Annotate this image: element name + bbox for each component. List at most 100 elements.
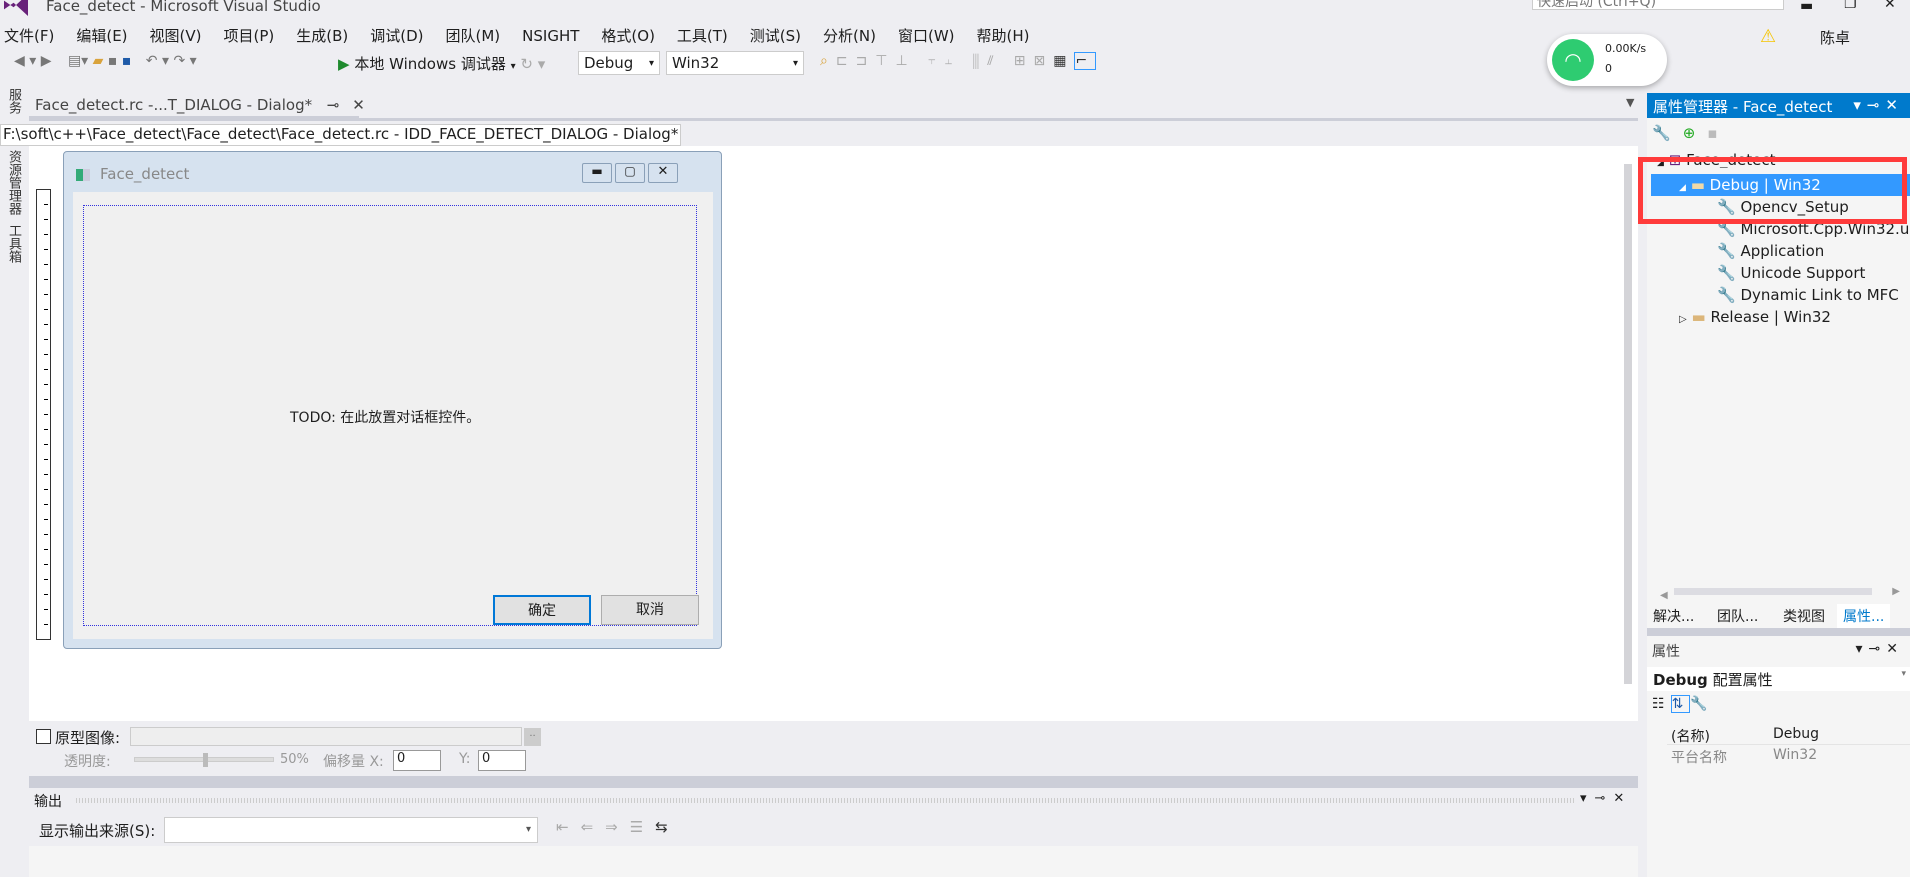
output-panel-controls[interactable]: ▾⊸✕ — [1580, 791, 1632, 806]
folder-icon: ▬ — [1691, 308, 1706, 326]
todo-label[interactable]: TODO: 在此放置对话框控件。 — [290, 407, 480, 427]
menu-project[interactable]: 项目(P) — [224, 27, 275, 45]
redo-icon[interactable]: ↷ ▾ — [173, 53, 196, 69]
pin-icon[interactable]: ⊸ — [327, 96, 340, 114]
properties-header: 属性 ▾⊸✕ — [1652, 641, 1905, 660]
save-all-icon[interactable]: ▪ — [122, 53, 132, 69]
tree-item-unicode[interactable]: 🔧 Unicode Support — [1647, 262, 1910, 284]
properties-toolbar: ☷⇅🔧 — [1652, 695, 1714, 713]
prototype-label: 原型图像: — [55, 729, 121, 747]
dialog-minimize-button[interactable]: ▬ — [582, 163, 612, 183]
menu-build[interactable]: 生成(B) — [296, 27, 348, 45]
menu-window[interactable]: 窗口(W) — [898, 27, 955, 45]
new-project-icon[interactable]: ▤▾ — [68, 53, 88, 69]
layout-toolbar: ⌕⊏⊐⊤⊥ ⫟⫠ ⫼⫽ ⊞⊠▦⌐ — [820, 52, 1097, 70]
tab-class-view[interactable]: 类视图 — [1783, 606, 1825, 626]
ok-button[interactable]: 确定 — [493, 595, 591, 625]
tree-item-mfc[interactable]: 🔧 Dynamic Link to MFC — [1647, 284, 1910, 306]
menu-format[interactable]: 格式(O) — [601, 27, 655, 45]
categorized-icon[interactable]: ☷ — [1652, 696, 1671, 712]
dialog-window[interactable]: Face_detect ▬ ▢ ✕ TODO: 在此放置对话框控件。 确定 取消 — [63, 151, 722, 649]
resource-view-tab[interactable]: 资源管理器 — [4, 150, 23, 215]
warning-icon[interactable]: ⚠ — [1760, 26, 1776, 47]
platform-select[interactable]: Win32 ▾ — [666, 51, 804, 75]
save-sheet-icon[interactable]: ▪ — [1707, 124, 1729, 142]
output-source-label: 显示输出来源(S): — [39, 822, 156, 840]
user-account[interactable]: 陈卓 — [1820, 27, 1850, 48]
properties-object-select[interactable]: Debug 配置属性 ▾ — [1647, 667, 1910, 691]
window-title: Face_detect - Microsoft Visual Studio — [46, 0, 321, 15]
wrench-icon: 🔧 — [1717, 286, 1736, 304]
save-icon[interactable]: ▪ — [108, 53, 118, 69]
menu-debug[interactable]: 调试(D) — [370, 27, 423, 45]
tree-horizontal-scrollbar[interactable]: ◀ ▶ — [1660, 586, 1900, 601]
quick-launch-input[interactable]: 快速启动 (Ctrl+Q) — [1532, 0, 1784, 10]
dialog-app-icon — [76, 169, 90, 181]
transparency-slider[interactable] — [134, 753, 274, 767]
offset-y-stepper[interactable]: 0 — [478, 750, 526, 771]
output-toolbar-icons[interactable]: ⇤⇐⇒☰⇆ — [556, 818, 680, 836]
tab-solution[interactable]: 解决... — [1653, 606, 1694, 626]
ruler — [36, 189, 51, 640]
menu-test[interactable]: 测试(S) — [750, 27, 801, 45]
tab-team[interactable]: 团队... — [1717, 606, 1758, 626]
panel-controls[interactable]: ▾⊸✕ — [1856, 641, 1905, 657]
document-path: F:\soft\c++\Face_detect\Face_detect\Face… — [0, 124, 682, 146]
dialog-client: TODO: 在此放置对话框控件。 确定 取消 — [73, 192, 713, 639]
dialog-title: Face_detect — [100, 165, 190, 183]
menu-analyze[interactable]: 分析(N) — [823, 27, 876, 45]
start-debug-button[interactable]: ▶ 本地 Windows 调试器 ▾ ↻ ▾ — [338, 53, 545, 74]
find-icon[interactable]: ⌕ — [820, 53, 836, 69]
dialog-close-button[interactable]: ✕ — [648, 163, 678, 183]
panel-controls[interactable]: ▾⊸✕ — [1853, 96, 1904, 114]
wrench-icon: 🔧 — [1717, 264, 1736, 282]
offset-y-label: Y: — [459, 751, 471, 767]
tab-overflow-icon[interactable]: ▼ — [1626, 96, 1634, 109]
tree-item-application[interactable]: 🔧 Application — [1647, 240, 1910, 262]
vertical-scrollbar[interactable] — [1620, 146, 1638, 721]
output-source-select[interactable]: ▾ — [164, 817, 538, 843]
back-icon[interactable]: ◀ ▾ — [14, 53, 36, 69]
forward-icon[interactable]: ▶ — [41, 53, 52, 69]
prototype-checkbox[interactable] — [36, 729, 51, 744]
close-window-button[interactable]: ✕ — [1884, 0, 1896, 12]
menu-help[interactable]: 帮助(H) — [977, 27, 1030, 45]
server-explorer-tab[interactable]: 服务 — [4, 88, 23, 114]
undo-icon[interactable]: ↶ ▾ — [146, 53, 169, 69]
property-row[interactable]: (名称) Debug — [1667, 725, 1910, 745]
toolbox-tab[interactable]: 工具箱 — [4, 224, 23, 263]
restore-button[interactable]: ❐ — [1844, 0, 1857, 12]
tab-property-manager[interactable]: 属性... — [1837, 604, 1891, 628]
menu-tools[interactable]: 工具(T) — [677, 27, 728, 45]
prototype-path-input[interactable] — [130, 727, 522, 746]
cancel-button[interactable]: 取消 — [601, 595, 699, 625]
alphabetical-icon[interactable]: ⇅ — [1670, 695, 1691, 713]
menu-edit[interactable]: 编辑(E) — [76, 27, 127, 45]
open-icon[interactable]: ▰ — [93, 53, 104, 69]
menu-nsight[interactable]: NSIGHT — [522, 27, 579, 45]
guides-icon[interactable]: ⌐ — [1074, 52, 1097, 70]
close-tab-icon[interactable]: ✕ — [352, 96, 365, 114]
config-select[interactable]: Debug ▾ — [578, 51, 660, 75]
menu-bar: 文件(F) 编辑(E) 视图(V) 项目(P) 生成(B) 调试(D) 团队(M) NSIGH… — [4, 25, 1052, 46]
property-pages-icon[interactable]: 🔧 — [1690, 696, 1713, 712]
align-icons[interactable]: ⊏⊐⊤⊥ ⫟⫠ ⫼⫽ ⊞⊠ — [836, 53, 1053, 69]
menu-file[interactable]: 文件(F) — [4, 27, 54, 45]
editor-tab[interactable]: Face_detect.rc -...T_DIALOG - Dialog* ⊸ … — [29, 93, 365, 118]
left-tool-strip: 服务 资源管理器 工具箱 — [0, 88, 27, 877]
tree-item-release-win32[interactable]: ▷ ▬ Release | Win32 — [1647, 306, 1910, 328]
dialog-maximize-button[interactable]: ▢ — [615, 163, 645, 183]
grid-icon[interactable]: ▦ — [1053, 53, 1074, 69]
network-speed: 0.00K/s — [1605, 42, 1647, 55]
browse-button[interactable]: .. — [524, 728, 541, 746]
menu-view[interactable]: 视图(V) — [150, 27, 202, 45]
property-row[interactable]: 平台名称 Win32 — [1667, 746, 1910, 766]
offset-x-stepper[interactable]: 0 — [393, 750, 441, 771]
output-title: 输出 — [34, 794, 62, 810]
menu-team[interactable]: 团队(M) — [446, 27, 501, 45]
add-property-sheet-icon[interactable]: ⊕ — [1683, 124, 1708, 142]
property-manager-header: 属性管理器 - Face_detect ▾⊸✕ — [1647, 93, 1910, 118]
wrench-icon[interactable]: 🔧 — [1652, 124, 1683, 142]
slider-thumb[interactable] — [202, 753, 208, 767]
minimize-button[interactable]: ▬ — [1800, 0, 1813, 14]
